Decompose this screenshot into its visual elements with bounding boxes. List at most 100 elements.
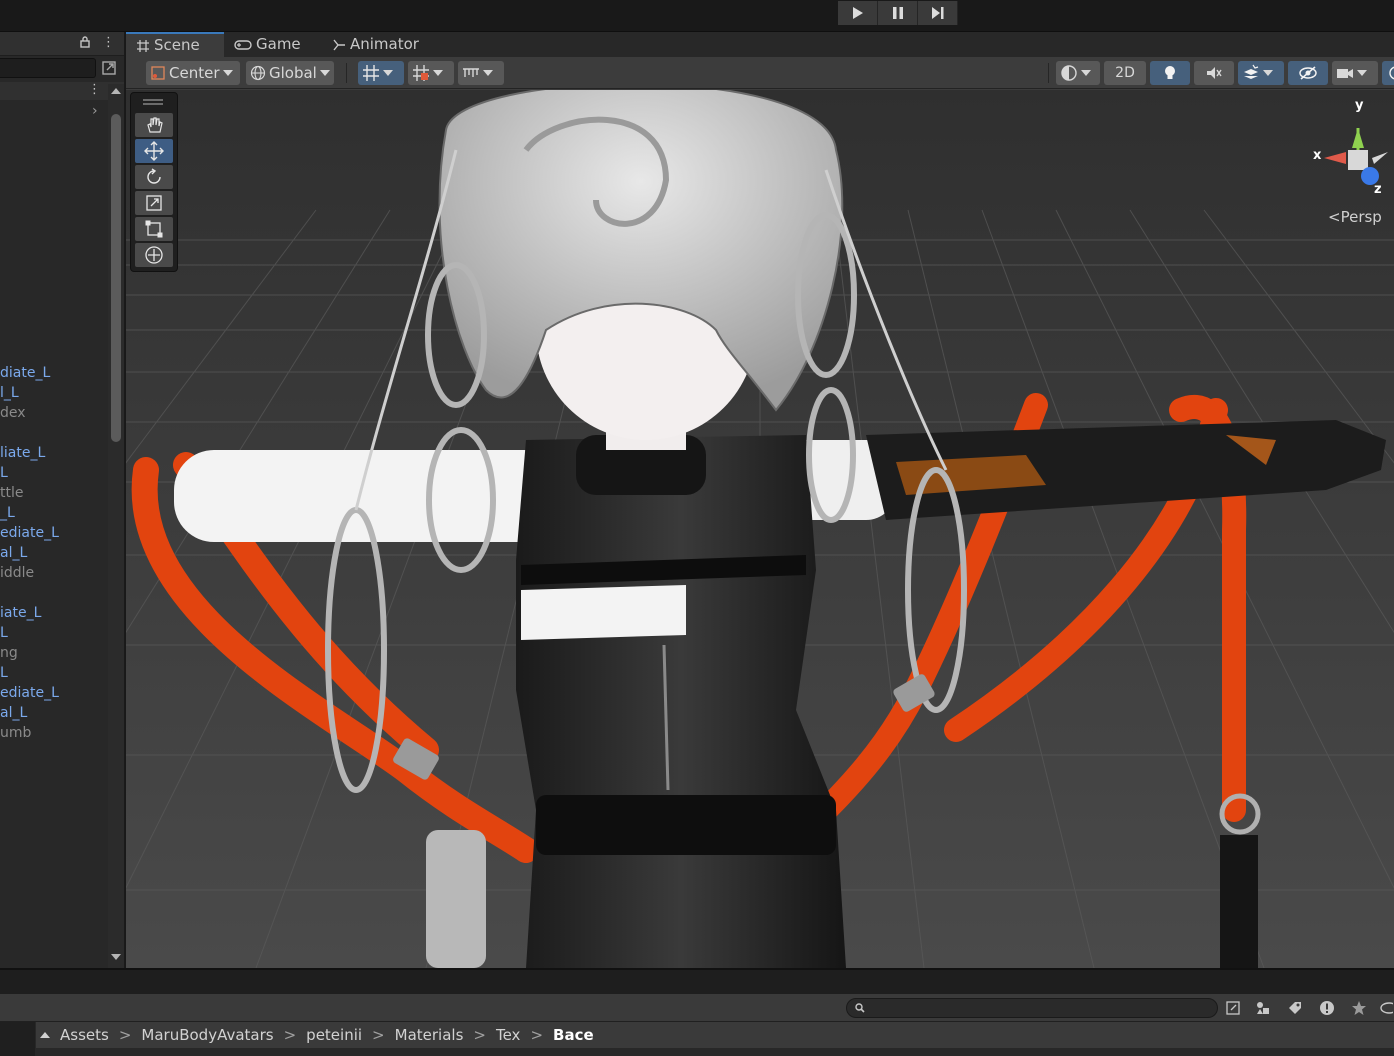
- breadcrumb: Assets > MaruBodyAvatars > peteinii > Ma…: [36, 1022, 1394, 1048]
- filter-label-button[interactable]: [1284, 998, 1306, 1018]
- ruler-toggle[interactable]: [458, 61, 504, 85]
- chevron-down-icon: [319, 70, 330, 76]
- scene-viewport[interactable]: y x z <Persp: [126, 90, 1394, 968]
- list-item[interactable]: L: [0, 463, 8, 483]
- breadcrumb-item-materials[interactable]: Materials: [393, 1026, 466, 1044]
- hidden-packages-button[interactable]: [1378, 998, 1394, 1018]
- effects-dropdown[interactable]: [1238, 61, 1284, 85]
- hierarchy-search-input[interactable]: [0, 58, 96, 78]
- pause-button[interactable]: [878, 1, 918, 25]
- hierarchy-scrollbar[interactable]: [108, 84, 124, 968]
- tab-scene[interactable]: Scene: [126, 32, 224, 57]
- step-icon: [931, 7, 943, 19]
- perspective-icon: <: [1328, 208, 1341, 226]
- scene-toolbar: Center Global 2D: [126, 57, 1394, 89]
- gizmos-toggle[interactable]: [1382, 61, 1394, 85]
- tab-scene-label: Scene: [154, 36, 200, 54]
- pivot-dropdown[interactable]: Center: [146, 61, 240, 85]
- list-item[interactable]: _L: [0, 503, 15, 523]
- scene-menu-icon[interactable]: ⋮: [88, 82, 101, 97]
- breadcrumb-item-bace[interactable]: Bace: [551, 1026, 596, 1044]
- hierarchy-header: ⋮: [0, 32, 124, 56]
- list-item[interactable]: ediate_L: [0, 683, 59, 703]
- toggle-2d-label: 2D: [1115, 65, 1135, 81]
- list-item[interactable]: L: [0, 623, 8, 643]
- rect-tool-button[interactable]: [135, 217, 173, 241]
- hierarchy-panel: ⋮ ⋮ › diate_L l_L dex liate_L L ttle _L …: [0, 32, 125, 968]
- breadcrumb-item-assets[interactable]: Assets: [58, 1026, 111, 1044]
- list-item[interactable]: ediate_L: [0, 523, 59, 543]
- list-item[interactable]: iate_L: [0, 603, 41, 623]
- chevron-down-icon: [433, 70, 443, 76]
- play-button[interactable]: [838, 1, 878, 25]
- list-item[interactable]: ttle: [0, 483, 23, 503]
- scroll-thumb[interactable]: [111, 114, 121, 442]
- filter-type-button[interactable]: [1252, 998, 1274, 1018]
- grid-snap-toggle[interactable]: [358, 61, 404, 85]
- gizmo-x-label: x: [1313, 148, 1322, 163]
- move-arrows-icon: [144, 141, 164, 161]
- rotate-icon: [147, 168, 161, 184]
- shading-sphere-icon: [1061, 65, 1077, 81]
- list-item[interactable]: liate_L: [0, 443, 45, 463]
- eye-icon: [1380, 1002, 1393, 1014]
- search-by-type-button[interactable]: [1222, 998, 1244, 1018]
- pause-icon: [892, 7, 903, 19]
- transform-tool-button[interactable]: [135, 243, 173, 267]
- play-icon: [852, 7, 863, 19]
- list-item[interactable]: ng: [0, 643, 18, 663]
- draw-mode-dropdown[interactable]: [1056, 61, 1100, 85]
- project-search-input[interactable]: [846, 998, 1218, 1018]
- kebab-menu-icon[interactable]: ⋮: [102, 35, 115, 50]
- breadcrumb-item-tex[interactable]: Tex: [494, 1026, 522, 1044]
- chevron-down-icon: [1263, 70, 1273, 76]
- scale-tool-button[interactable]: [135, 191, 173, 215]
- effects-layers-icon: [1244, 64, 1259, 79]
- increment-snap-icon: [413, 65, 429, 81]
- tag-icon: [1289, 1002, 1301, 1014]
- breadcrumb-item-peteinii[interactable]: peteinii: [304, 1026, 364, 1044]
- list-item[interactable]: al_L: [0, 703, 27, 723]
- list-item[interactable]: l_L: [0, 383, 19, 403]
- scroll-down-icon[interactable]: [111, 954, 121, 960]
- rotate-tool-button[interactable]: [135, 165, 173, 189]
- increment-snap-toggle[interactable]: [408, 61, 454, 85]
- log-level-button[interactable]: [1316, 998, 1338, 1018]
- list-item[interactable]: diate_L: [0, 363, 50, 383]
- projection-toggle[interactable]: <Persp: [1328, 208, 1382, 226]
- transform-icon: [145, 246, 163, 264]
- favorites-button[interactable]: [1348, 998, 1370, 1018]
- step-button[interactable]: [918, 1, 958, 25]
- list-item[interactable]: umb: [0, 723, 31, 743]
- toggle-2d-button[interactable]: 2D: [1104, 61, 1146, 85]
- belt: [536, 795, 836, 855]
- hand-tool-button[interactable]: [135, 113, 173, 137]
- collapse-icon[interactable]: [40, 1032, 50, 1038]
- chevron-down-icon: [1081, 70, 1091, 76]
- drag-handle-icon[interactable]: [143, 99, 163, 105]
- list-item[interactable]: L: [0, 663, 8, 683]
- breadcrumb-item-marubodyavatars[interactable]: MaruBodyAvatars: [139, 1026, 275, 1044]
- tab-game[interactable]: Game: [224, 32, 311, 57]
- list-item[interactable]: al_L: [0, 543, 27, 563]
- chevron-down-icon: [483, 70, 493, 76]
- lighting-toggle[interactable]: [1150, 61, 1190, 85]
- space-dropdown[interactable]: Global: [246, 61, 334, 85]
- move-tool-button[interactable]: [135, 139, 173, 163]
- gizmo-z-label: z: [1374, 182, 1382, 197]
- list-item[interactable]: dex: [0, 403, 26, 423]
- animator-icon: [333, 39, 345, 50]
- chevron-down-icon: [383, 70, 393, 76]
- chevron-right-icon[interactable]: ›: [92, 103, 98, 119]
- globe-icon: [250, 65, 266, 81]
- lock-icon[interactable]: [80, 36, 90, 48]
- popout-icon[interactable]: [100, 59, 118, 77]
- scroll-up-icon[interactable]: [111, 88, 121, 94]
- scene-visibility-toggle[interactable]: [1288, 61, 1328, 85]
- audio-toggle[interactable]: [1194, 61, 1234, 85]
- camera-dropdown[interactable]: [1332, 61, 1378, 85]
- top-toolbar: [0, 0, 1394, 32]
- tab-animator[interactable]: Animator: [322, 32, 429, 57]
- list-item[interactable]: iddle: [0, 563, 34, 583]
- toolbar-separator: [346, 63, 347, 83]
